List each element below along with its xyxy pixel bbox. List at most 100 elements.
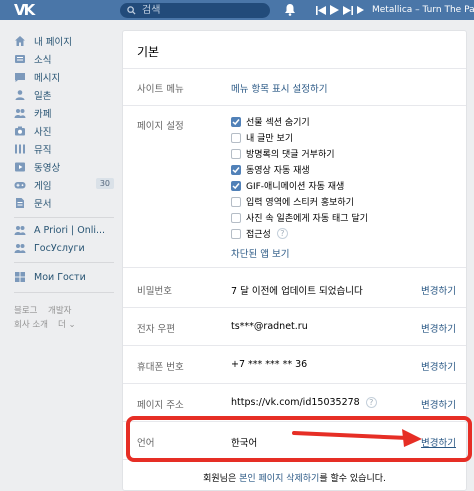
- site-menu-link[interactable]: 메뉴 항목 표시 설정하기: [231, 81, 327, 95]
- home-icon: [15, 36, 25, 46]
- sidebar-item-friends[interactable]: 일촌: [14, 86, 114, 104]
- row-divider: [123, 267, 466, 268]
- footer-link-more[interactable]: 더 ⌄: [58, 318, 76, 330]
- checkbox-unchecked-icon[interactable]: [231, 212, 241, 223]
- left-sidebar: 내 페이지 소식 메시지 일촌 카페 사진 뮤직 동영상 게임 30 문서 A …: [0, 20, 122, 491]
- checkbox-label: 내 글만 보기: [246, 134, 294, 144]
- checkbox-unchecked-icon[interactable]: [231, 148, 241, 159]
- checkbox-label: 입력 영역에 스티커 홍보하기: [246, 198, 354, 208]
- row-divider: [123, 105, 466, 106]
- title-divider: [123, 68, 466, 69]
- sidebar-item-my-guests[interactable]: Мои Гости: [14, 268, 114, 286]
- sidebar-item-label: ГосУслуги: [34, 242, 85, 254]
- checkbox-checked-icon[interactable]: [231, 164, 241, 175]
- sidebar-item-label: 뮤직: [34, 145, 52, 156]
- setting-checkbox[interactable]: 접근성?: [231, 227, 288, 240]
- grid-icon: [15, 272, 25, 282]
- change-address-button[interactable]: 변경하기: [421, 397, 456, 411]
- search-input[interactable]: 검색: [120, 3, 270, 18]
- sidebar-item-music[interactable]: 뮤직: [14, 140, 114, 158]
- news-icon: [15, 55, 25, 63]
- delete-page-note: 회원님은 본인 페이지 삭제하기를 할수 있습니다.: [123, 471, 466, 484]
- setting-checkbox[interactable]: 입력 영역에 스티커 홍보하기: [231, 195, 354, 208]
- delete-page-link[interactable]: 본인 페이지 삭제하기: [239, 474, 319, 484]
- checkbox-unchecked-icon[interactable]: [231, 196, 241, 207]
- top-header: VK 검색 Metallica – Turn The Page: [0, 0, 474, 20]
- app-icon: [14, 244, 26, 253]
- track-title[interactable]: Metallica – Turn The Page: [372, 4, 474, 16]
- search-icon: [127, 6, 136, 15]
- email-label: 전자 우편: [137, 324, 175, 335]
- checkbox-label: 동영상 자동 재생: [246, 166, 310, 176]
- app-icon: [14, 226, 26, 235]
- footer-link-about[interactable]: 회사 소개: [14, 318, 48, 330]
- sidebar-item-label: 게임: [34, 181, 52, 192]
- sidebar-item-groups[interactable]: 카페: [14, 104, 114, 122]
- previous-icon[interactable]: [316, 5, 326, 15]
- document-icon: [16, 198, 24, 208]
- checkbox-checked-icon[interactable]: [231, 180, 241, 191]
- sidebar-item-app-apriori[interactable]: A Priori | Onli...: [14, 221, 114, 239]
- setting-checkbox[interactable]: 동영상 자동 재생: [231, 163, 310, 176]
- setting-checkbox[interactable]: 선물 섹션 숨기기: [231, 115, 310, 128]
- sidebar-item-news[interactable]: 소식: [14, 50, 114, 68]
- setting-checkbox[interactable]: 사진 속 일촌에게 자동 태그 달기: [231, 211, 368, 224]
- checkbox-unchecked-icon[interactable]: [231, 228, 241, 239]
- sidebar-item-photos[interactable]: 사진: [14, 122, 114, 140]
- sidebar-item-label: 내 페이지: [34, 37, 72, 48]
- phone-value: +7 *** *** ** 36: [231, 359, 308, 370]
- checkbox-label: 선물 섹션 숨기기: [246, 118, 310, 128]
- change-email-button[interactable]: 변경하기: [421, 321, 456, 335]
- row-divider: [123, 307, 466, 308]
- blocked-apps-link[interactable]: 차단된 앱 보기: [231, 246, 289, 260]
- page-address-url: https://vk.com/id15035278: [231, 397, 360, 408]
- sidebar-item-videos[interactable]: 동영상: [14, 158, 114, 176]
- sidebar-item-label: 사진: [34, 127, 52, 138]
- page-settings-label: 페이지 설정: [137, 121, 184, 132]
- page-address-value: https://vk.com/id15035278?: [231, 397, 377, 408]
- checkbox-label: 사진 속 일촌에게 자동 태그 달기: [246, 214, 368, 224]
- sidebar-item-label: A Priori | Onli...: [34, 224, 106, 236]
- sidebar-item-label: 카페: [34, 109, 52, 120]
- sidebar-item-my-page[interactable]: 내 페이지: [14, 32, 114, 50]
- password-value: 7 달 이전에 업데이트 되었습니다: [231, 286, 363, 297]
- setting-checkbox[interactable]: 내 글만 보기: [231, 131, 293, 144]
- setting-checkbox[interactable]: 방명록의 댓글 거부하기: [231, 147, 335, 160]
- sidebar-item-label: 소식: [34, 55, 52, 66]
- message-icon: [15, 73, 25, 82]
- sidebar-item-app-gosuslugi[interactable]: ГосУслуги: [14, 239, 114, 257]
- change-password-button[interactable]: 변경하기: [421, 283, 456, 297]
- checkbox-unchecked-icon[interactable]: [231, 132, 241, 143]
- page-address-label: 페이지 주소: [137, 400, 184, 411]
- page-title: 기본: [137, 45, 160, 59]
- annotation-arrow-icon: [292, 429, 422, 447]
- search-placeholder: 검색: [142, 5, 161, 16]
- sidebar-item-label: 문서: [34, 199, 52, 210]
- groups-icon: [14, 109, 26, 118]
- play-small-icon[interactable]: [357, 6, 364, 14]
- sidebar-divider: [14, 262, 114, 263]
- vk-logo[interactable]: VK: [14, 1, 40, 19]
- checkbox-label: 방명록의 댓글 거부하기: [246, 150, 335, 160]
- sidebar-item-games[interactable]: 게임 30: [14, 176, 114, 194]
- help-icon[interactable]: ?: [276, 228, 288, 239]
- checkbox-checked-icon[interactable]: [231, 116, 241, 127]
- row-divider: [123, 345, 466, 346]
- delete-note-suffix: 를 할수 있습니다.: [319, 474, 386, 484]
- sidebar-item-messages[interactable]: 메시지: [14, 68, 114, 86]
- music-icon: [15, 144, 25, 154]
- gamepad-icon: [14, 182, 26, 189]
- bell-icon[interactable]: [284, 3, 296, 16]
- setting-checkbox[interactable]: GIF-애니메이션 자동 재생: [231, 179, 344, 192]
- email-value: ts***@radnet.ru: [231, 321, 308, 332]
- play-icon[interactable]: [330, 5, 339, 15]
- next-icon[interactable]: [343, 5, 353, 15]
- change-phone-button[interactable]: 변경하기: [421, 359, 456, 373]
- row-divider: [123, 383, 466, 384]
- sidebar-item-documents[interactable]: 문서: [14, 194, 114, 212]
- delete-note-prefix: 회원님은: [203, 474, 240, 484]
- footer-link-developers[interactable]: 개발자: [48, 304, 71, 316]
- sidebar-divider: [14, 292, 114, 293]
- help-icon[interactable]: ?: [365, 397, 377, 408]
- footer-link-blog[interactable]: 블로그: [14, 304, 37, 316]
